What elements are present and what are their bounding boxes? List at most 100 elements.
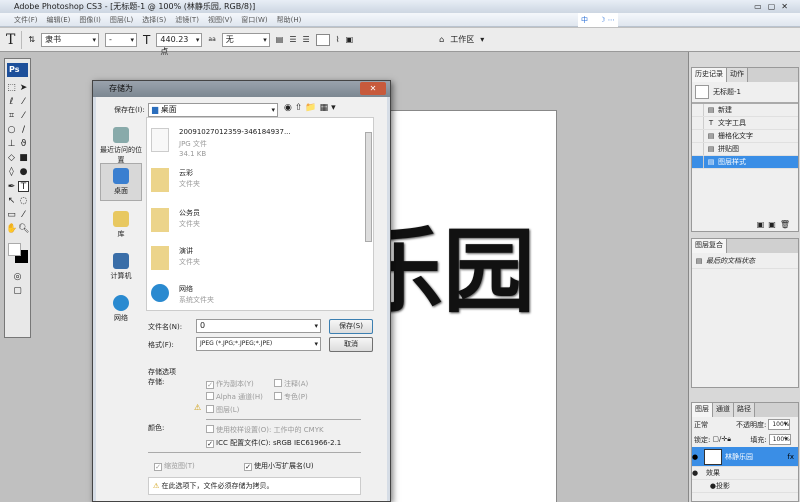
text-color-swatch[interactable] xyxy=(315,33,330,46)
history-footer-buttons[interactable]: ▣▣🗑︎ xyxy=(757,220,794,229)
alpha-checkbox[interactable]: Alpha 通道(H) xyxy=(206,392,263,402)
layers-checkbox[interactable]: 图层(L) xyxy=(206,405,239,415)
file-item[interactable]: 20091027012359-346184937... JPG 文件 34.1 KB xyxy=(151,128,351,164)
place-network[interactable]: 网络 xyxy=(100,295,142,323)
opacity-input[interactable]: 100% xyxy=(768,419,791,430)
antialias-select[interactable]: 无 xyxy=(221,32,270,47)
menu-select[interactable]: 选择(S) xyxy=(142,16,166,24)
notes-tool-icon[interactable]: ▭ xyxy=(6,210,17,221)
effects-row[interactable]: ● 效果 xyxy=(692,467,798,480)
history-item-selected[interactable]: ▤ 图层样式 xyxy=(692,156,798,169)
save-in-select[interactable]: ▆ 桌面 xyxy=(148,103,278,117)
format-select[interactable]: JPEG (*.JPG;*.JPEG;*.JPE) xyxy=(196,337,321,351)
font-style-select[interactable]: - xyxy=(105,32,138,47)
tab-layers[interactable]: 图层 xyxy=(692,403,713,417)
hand-tool-icon[interactable]: ✋ xyxy=(6,224,17,235)
place-computer[interactable]: 计算机 xyxy=(100,253,142,281)
history-item[interactable]: ▤ 栅格化文字 xyxy=(692,130,798,143)
menu-view[interactable]: 视图(V) xyxy=(208,16,232,24)
ime-mode[interactable]: 中 xyxy=(581,16,588,24)
marquee-tool-icon[interactable]: ⬚ xyxy=(6,83,17,94)
layer-row[interactable]: ● 林静乐园 fx xyxy=(692,447,798,467)
filename-input[interactable]: 0 xyxy=(196,319,321,333)
menu-edit[interactable]: 编辑(E) xyxy=(47,16,71,24)
menu-layer[interactable]: 图层(L) xyxy=(110,16,133,24)
brush-tool-icon[interactable]: / xyxy=(18,125,29,136)
blur-tool-icon[interactable]: ◊ xyxy=(6,167,17,178)
zoom-tool-icon[interactable]: 🔍︎ xyxy=(18,224,29,235)
nav-buttons[interactable]: ◉⇧📁▦▾ xyxy=(284,103,339,113)
workspace-menu[interactable]: 工作区 xyxy=(450,34,474,45)
as-copy-checkbox[interactable]: ✓ 作为副本(Y) xyxy=(206,379,254,389)
menu-filter[interactable]: 滤镜(T) xyxy=(175,16,199,24)
lasso-tool-icon[interactable]: ℓ xyxy=(6,97,17,108)
move-tool-icon[interactable]: ➤ xyxy=(18,83,29,94)
history-item[interactable]: T 文字工具 xyxy=(692,117,798,130)
folder-item[interactable]: 云彩 文件夹 xyxy=(151,168,351,198)
history-item[interactable]: ▤ 拼贴图 xyxy=(692,143,798,156)
stamp-tool-icon[interactable]: ⊥ xyxy=(6,139,17,150)
shape-tool-icon[interactable]: ◌ xyxy=(18,196,29,207)
screen-mode-icon[interactable]: ▢ xyxy=(12,286,23,297)
menu-image[interactable]: 图像(I) xyxy=(79,16,101,24)
foreground-color[interactable] xyxy=(8,243,21,256)
healing-tool-icon[interactable]: ○ xyxy=(6,125,17,136)
tool-preset-picker[interactable]: T xyxy=(6,32,15,48)
eye-icon[interactable]: ● xyxy=(692,453,704,461)
type-tool-icon[interactable]: T xyxy=(18,181,29,192)
color-swatches[interactable] xyxy=(5,240,30,270)
menu-window[interactable]: 窗口(W) xyxy=(241,16,267,24)
folder-item[interactable]: 公务员 文件夹 xyxy=(151,208,351,238)
network-item[interactable]: 网络 系统文件夹 xyxy=(151,284,351,310)
fill-input[interactable]: 100% xyxy=(768,434,791,445)
document-canvas[interactable]: 乐园 xyxy=(351,110,557,502)
spot-checkbox[interactable]: 专色(P) xyxy=(274,392,308,402)
tab-layer-comps[interactable]: 图层复合 xyxy=(692,239,727,253)
history-brush-icon[interactable]: ϑ xyxy=(18,139,29,150)
quick-mask-icon[interactable]: ◎ xyxy=(12,272,23,283)
layer-comp-item[interactable]: ▤ 最后的文档状态 xyxy=(692,253,798,269)
crop-tool-icon[interactable]: ⌗ xyxy=(6,111,17,122)
folder-item[interactable]: 演讲 文件夹 xyxy=(151,246,351,276)
ime-bar[interactable]: 中 ☽ ⋯ xyxy=(578,13,618,27)
tab-paths[interactable]: 路径 xyxy=(734,403,755,417)
cancel-button[interactable]: 取消 xyxy=(329,337,373,352)
eraser-tool-icon[interactable]: ◇ xyxy=(6,153,17,164)
icc-profile-checkbox[interactable]: ✓ ICC 配置文件(C): sRGB IEC61966-2.1 xyxy=(206,438,341,448)
window-controls[interactable]: ▭▢✕ xyxy=(754,0,794,13)
proof-setup-checkbox[interactable]: 使用校样设置(O): 工作中的 CMYK xyxy=(206,425,324,435)
slice-tool-icon[interactable]: ⁄ xyxy=(18,111,29,122)
font-family-select[interactable]: 隶书 xyxy=(41,32,100,47)
pen-tool-icon[interactable]: ✒ xyxy=(6,182,17,193)
text-orientation-icon[interactable]: ⇅ xyxy=(28,35,35,44)
align-center-button[interactable]: ☰ xyxy=(289,35,296,44)
lock-icons[interactable]: ▢/✛🔒︎ xyxy=(712,435,748,444)
tab-history[interactable]: 历史记录 xyxy=(692,68,727,82)
align-left-button[interactable]: ▤ xyxy=(276,35,284,44)
scrollbar-thumb[interactable] xyxy=(365,132,372,242)
palettes-button[interactable]: ▣ xyxy=(346,35,354,44)
bridge-icon[interactable]: ⌂ xyxy=(439,35,444,44)
effect-row[interactable]: ● 投影 xyxy=(692,480,798,493)
path-select-icon[interactable]: ↖ xyxy=(6,196,17,207)
gradient-tool-icon[interactable]: ■ xyxy=(18,153,29,164)
history-item[interactable]: ▤ 新建 xyxy=(692,104,798,117)
lowercase-ext-checkbox[interactable]: ✓ 使用小写扩展名(U) xyxy=(244,461,314,471)
save-button[interactable]: 保存(S) xyxy=(329,319,373,334)
tab-actions[interactable]: 动作 xyxy=(727,68,748,82)
place-libraries[interactable]: 库 xyxy=(100,211,142,239)
menu-file[interactable]: 文件(F) xyxy=(14,16,38,24)
align-right-button[interactable]: ☰ xyxy=(302,35,309,44)
dodge-tool-icon[interactable]: ● xyxy=(18,167,29,178)
magic-wand-icon[interactable]: ⁄ xyxy=(18,97,29,108)
warp-text-button[interactable]: ⌇ xyxy=(336,35,340,44)
history-snapshot[interactable]: 无标题-1 xyxy=(692,82,798,104)
menu-help[interactable]: 帮助(H) xyxy=(277,16,302,24)
blend-mode-select[interactable]: 正常 xyxy=(694,420,734,430)
place-desktop[interactable]: 桌面 xyxy=(100,163,142,201)
eyedropper-icon[interactable]: ⁄ xyxy=(18,210,29,221)
notes-checkbox[interactable]: 注释(A) xyxy=(274,379,308,389)
tab-channels[interactable]: 通道 xyxy=(713,403,734,417)
font-size-select[interactable]: 440.23 点 xyxy=(156,32,203,56)
thumbnail-checkbox[interactable]: ✓ 缩览图(T) xyxy=(154,461,195,471)
